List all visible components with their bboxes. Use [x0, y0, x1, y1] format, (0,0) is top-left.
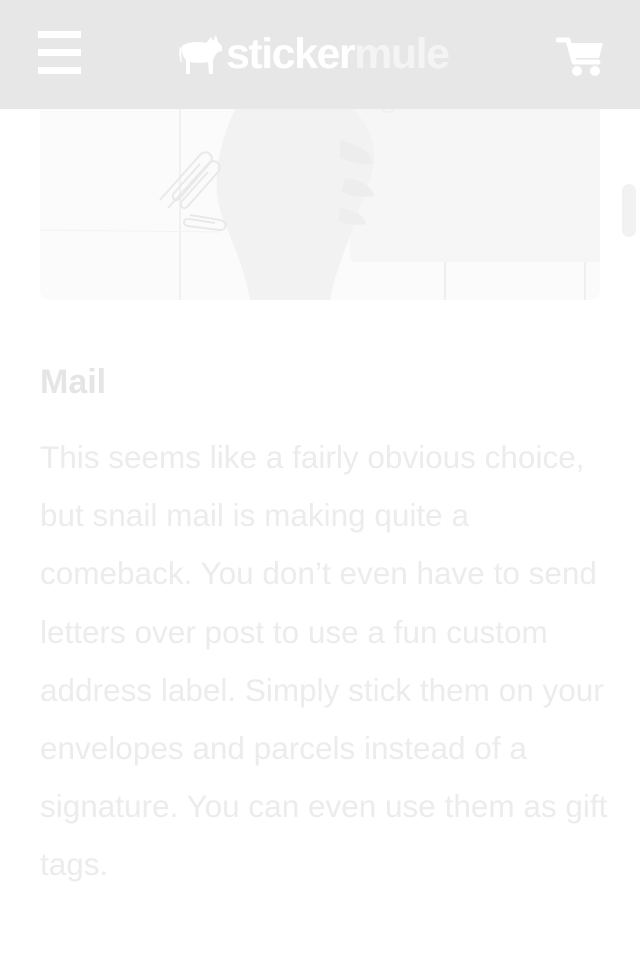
logo-text-sticker: sticker — [226, 29, 356, 78]
stickermule-logo[interactable]: stickermule — [178, 26, 450, 82]
mule-icon — [179, 35, 223, 74]
top-header: stickermule — [0, 0, 640, 109]
shopping-cart-icon[interactable] — [555, 34, 606, 78]
page-scrollbar[interactable] — [622, 184, 636, 237]
section-paragraph: This seems like a fairly obvious choice,… — [40, 439, 608, 883]
section-title: Mail — [40, 363, 107, 401]
hero-image — [40, 100, 600, 300]
logo-text-mule: mule — [354, 29, 450, 78]
hamburger-menu-icon[interactable] — [38, 31, 82, 75]
